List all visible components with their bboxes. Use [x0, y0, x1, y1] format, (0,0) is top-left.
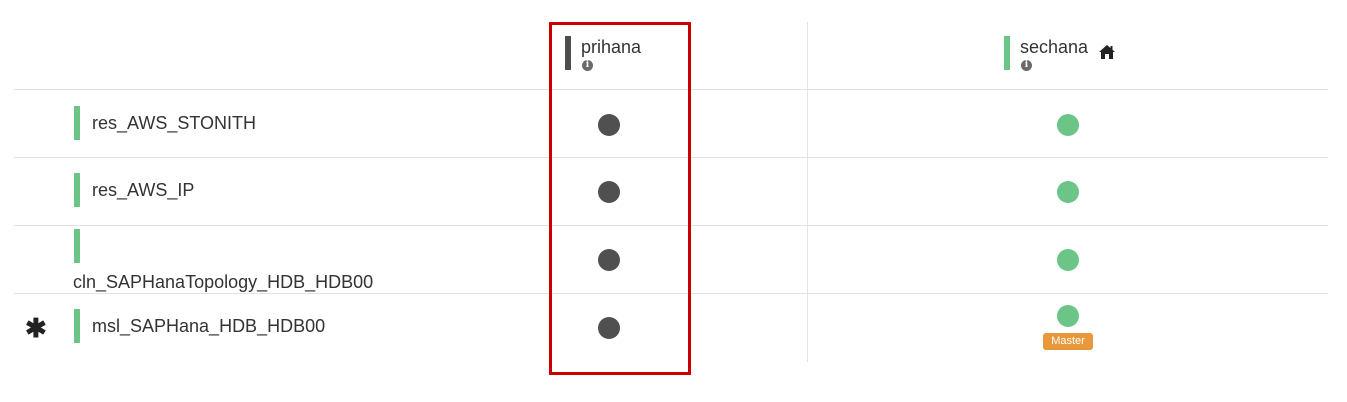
resource-row-label[interactable]: res_AWS_STONITH	[74, 106, 256, 140]
status-dot-started[interactable]	[1057, 181, 1079, 203]
resource-status-bar	[74, 106, 80, 140]
resource-name: res_AWS_IP	[92, 179, 195, 200]
resource-status-bar	[74, 309, 80, 343]
node-header-sechana[interactable]: sechana i	[1004, 36, 1116, 71]
resource-row-label[interactable]: res_AWS_IP	[74, 173, 194, 207]
status-dot-started[interactable]	[1057, 249, 1079, 271]
status-dot-started[interactable]	[1057, 305, 1079, 327]
column-divider	[807, 22, 808, 362]
resource-status-grid: prihana i sechana i res_AWS_STONITH res_…	[0, 0, 1347, 402]
highlight-box	[549, 22, 691, 375]
master-badge: Master	[1043, 333, 1093, 350]
resource-name: msl_SAPHana_HDB_HDB00	[92, 315, 326, 336]
info-icon[interactable]: i	[1021, 60, 1032, 71]
node-status-bar	[1004, 36, 1010, 70]
resource-name: cln_SAPHanaTopology_HDB_HDB00	[73, 272, 374, 292]
resource-row-label[interactable]: msl_SAPHana_HDB_HDB00	[74, 309, 325, 343]
resource-status-bar	[74, 229, 80, 263]
asterisk-icon: ✱	[25, 313, 47, 343]
node-name: sechana	[1020, 37, 1089, 57]
resource-row-label[interactable]: cln_SAPHanaTopology_HDB_HDB00	[73, 229, 374, 293]
resource-name: res_AWS_STONITH	[92, 112, 257, 133]
resource-status-bar	[74, 173, 80, 207]
home-icon	[1099, 45, 1116, 59]
status-dot-started[interactable]	[1057, 114, 1079, 136]
